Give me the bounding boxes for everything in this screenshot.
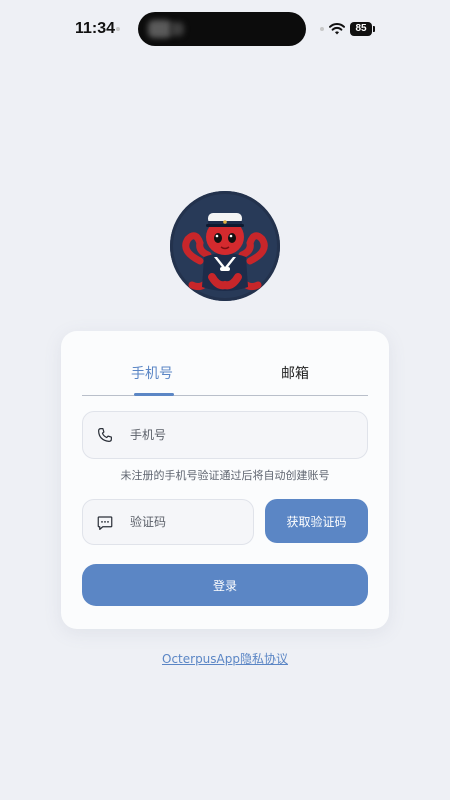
battery-indicator: 85 <box>350 22 372 36</box>
login-button[interactable]: 登录 <box>82 564 368 606</box>
dynamic-island <box>138 12 306 46</box>
status-dot <box>116 27 120 31</box>
tab-phone[interactable]: 手机号 <box>112 363 192 383</box>
register-hint: 未注册的手机号验证通过后将自动创建账号 <box>120 469 330 482</box>
octopus-sailor-logo <box>170 191 280 301</box>
battery-cap <box>373 26 375 32</box>
privacy-policy-link[interactable]: OcterpusApp隐私协议 <box>0 650 450 667</box>
tab-email[interactable]: 邮箱 <box>255 363 335 383</box>
message-icon <box>97 516 113 530</box>
island-activity-icon <box>148 20 172 38</box>
island-activity-icon-secondary <box>170 22 184 36</box>
active-tab-indicator <box>134 393 174 396</box>
get-code-button[interactable]: 获取验证码 <box>265 499 368 543</box>
login-card: 手机号 邮箱 未注册的手机号验证通过后将自动创建账号 获取验证码 登录 <box>61 331 389 629</box>
phone-input[interactable] <box>130 412 329 458</box>
code-field <box>82 499 254 545</box>
phone-field <box>82 411 368 459</box>
phone-icon <box>98 428 112 442</box>
app-logo-avatar <box>170 191 280 301</box>
wifi-icon <box>329 22 345 35</box>
status-dot-right <box>320 27 324 31</box>
status-bar: 11:34 85 <box>0 0 450 60</box>
status-time: 11:34 <box>75 20 116 37</box>
login-tabs: 手机号 邮箱 <box>82 331 368 396</box>
code-input[interactable] <box>130 500 249 544</box>
